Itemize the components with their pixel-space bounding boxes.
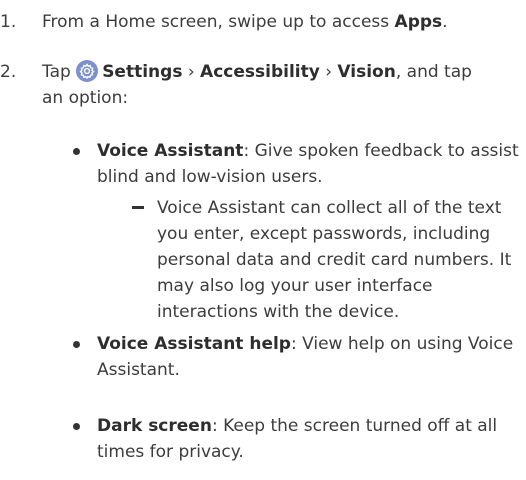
vision-label: Vision [337, 62, 396, 82]
step-number: 2. [0, 62, 17, 82]
tap-text: Tap [42, 62, 77, 82]
separator: › [182, 62, 201, 82]
instructions-document: 1. From a Home screen, swipe up to acces… [0, 0, 526, 480]
apps-label: Apps [394, 12, 443, 32]
option-name: Voice Assistant [97, 141, 244, 161]
settings-label: Settings [102, 62, 183, 82]
bullet-icon [73, 341, 80, 348]
option-text: Voice Assistant: Give spoken feedback to… [97, 138, 519, 190]
step-number: 1. [0, 12, 17, 32]
settings-gear-icon [76, 60, 99, 82]
step-1-suffix: . [442, 12, 448, 32]
option-text: Dark screen: Keep the screen turned off … [97, 413, 519, 465]
bullet-icon [73, 423, 80, 430]
accessibility-label: Accessibility [200, 62, 320, 82]
separator: › [319, 62, 338, 82]
dash-icon [132, 206, 144, 209]
option-name: Voice Assistant help [97, 334, 291, 354]
step-text: Tap Settings › Accessibility › Vision, a… [42, 59, 492, 111]
bullet-icon [73, 148, 80, 155]
step-1-prefix: From a Home screen, swipe up to access [42, 12, 395, 32]
step-text: From a Home screen, swipe up to access A… [42, 9, 522, 35]
option-text: Voice Assistant help: View help on using… [97, 331, 519, 383]
note-text: Voice Assistant can collect all of the t… [157, 198, 512, 322]
option-name: Dark screen [97, 416, 212, 436]
